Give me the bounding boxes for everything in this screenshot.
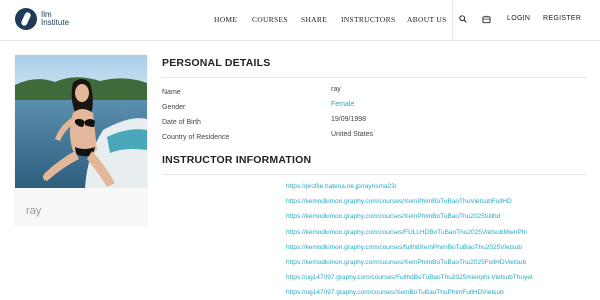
detail-label-country: Country of Residence (162, 134, 230, 141)
logo-icon (15, 8, 37, 30)
instructor-link[interactable]: https://kemodkimon.graphy.com/courses/fu… (286, 244, 522, 251)
instructor-link[interactable]: https://kemodkimon.graphy.com/courses/Xe… (286, 213, 500, 220)
detail-label-dob: Date of Birth (162, 119, 201, 126)
detail-value-country: United States (331, 131, 374, 138)
nav-courses[interactable]: COURSES (252, 15, 288, 24)
instructor-link[interactable]: https://ug147097.graphy.com/courses/Full… (286, 274, 533, 281)
nav-instructors[interactable]: INSTRUCTORS (341, 15, 395, 24)
cart-icon[interactable] (482, 15, 491, 24)
logo-text: Ilm Institute (41, 10, 70, 28)
profile-name: ray (26, 205, 42, 217)
section-divider (162, 174, 587, 175)
nav-about-us[interactable]: ABOUT US (407, 15, 447, 24)
login-link[interactable]: LOGIN (507, 15, 530, 22)
site-header: Ilm Institute HOME COURSES SHARE INSTRUC… (0, 0, 600, 41)
instructor-link[interactable]: https://ug147097.graphy.com/courses/XemB… (286, 289, 504, 296)
logo-line-2: Institute (41, 18, 70, 27)
instructor-link[interactable]: https://profile.hatena.ne.jp/rayrisma23/ (286, 183, 397, 190)
register-link[interactable]: REGISTER (543, 15, 581, 22)
site-logo[interactable]: Ilm Institute (15, 8, 69, 30)
instructor-link[interactable]: https://kemodkimon.graphy.com/courses/FU… (286, 229, 527, 236)
detail-label-name: Name (162, 89, 181, 96)
detail-value-dob: 19/09/1998 (331, 116, 367, 123)
detail-value-gender: Female (331, 101, 355, 108)
instructor-information-title: INSTRUCTOR INFORMATION (162, 154, 312, 166)
detail-label-gender: Gender (162, 104, 186, 111)
section-divider (162, 77, 587, 78)
nav-home[interactable]: HOME (214, 15, 237, 24)
profile-photo (15, 55, 147, 188)
personal-details-title: PERSONAL DETAILS (162, 57, 271, 69)
search-icon[interactable] (459, 15, 467, 23)
instructor-link[interactable]: https://kemodkimon.graphy.com/courses/Xe… (286, 198, 512, 205)
nav-share[interactable]: SHARE (301, 15, 327, 24)
nav-divider (452, 0, 453, 41)
detail-value-name: ray (331, 86, 341, 93)
instructor-link[interactable]: https://kemodkimon.graphy.com/courses/Xe… (286, 259, 526, 266)
